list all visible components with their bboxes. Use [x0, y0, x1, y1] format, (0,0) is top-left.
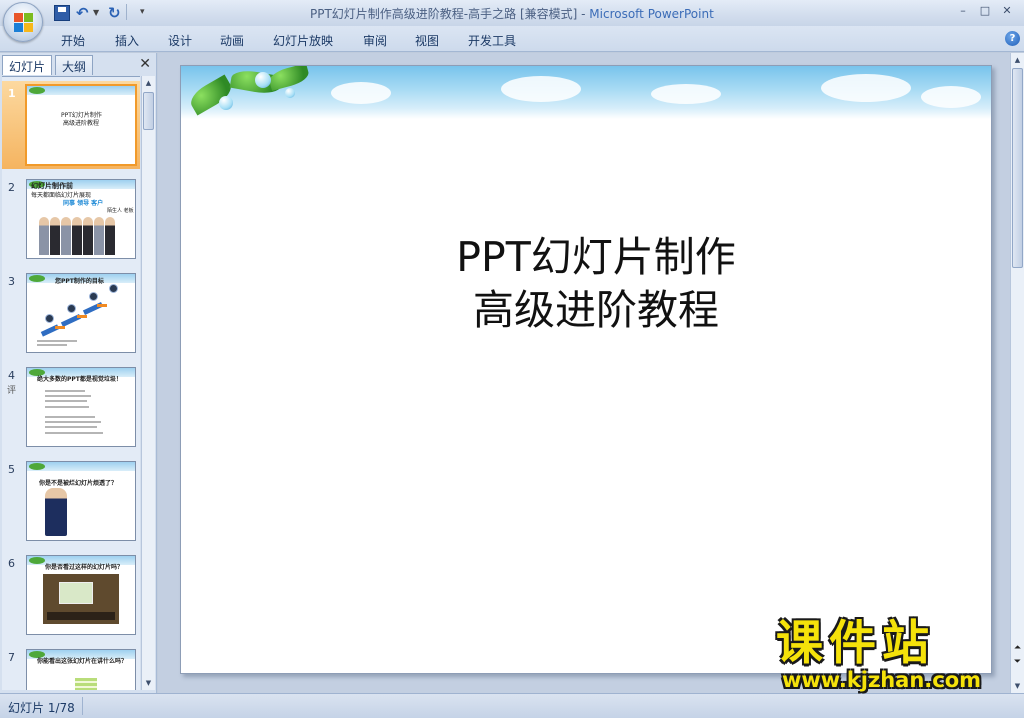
tab-view[interactable]: 视图: [415, 32, 439, 49]
tab-review[interactable]: 审阅: [363, 32, 387, 49]
slide-number: 1: [8, 87, 16, 100]
tab-developer[interactable]: 开发工具: [468, 32, 516, 49]
tab-slides[interactable]: 幻灯片: [2, 55, 53, 75]
thumb-text: 你能看出这张幻灯片在讲什么吗？: [37, 658, 128, 665]
slide-number: 3: [8, 275, 15, 288]
slide-preview: 绝大多数的PPT都是视觉垃圾！: [26, 367, 136, 447]
watermark-name: 课件站: [776, 616, 935, 671]
tab-design[interactable]: 设计: [168, 32, 192, 49]
leaf-icon: [29, 369, 45, 376]
dewdrop-icon: [255, 72, 271, 88]
table-image: [75, 678, 97, 690]
thumb-text: 绝大多数的PPT都是视觉垃圾！: [37, 376, 122, 383]
status-bar: 幻灯片 1/78: [0, 693, 1024, 718]
status-divider: [82, 697, 83, 715]
office-logo-icon: [14, 13, 34, 33]
thumb-text: 高级进阶教程: [63, 120, 100, 127]
scroll-thumb[interactable]: [1012, 68, 1023, 268]
watermark-url: www.kjzhan.com: [782, 668, 982, 692]
window-title: PPT幻灯片制作高级进阶教程-高手之路 [兼容模式] - Microsoft P…: [310, 5, 714, 22]
slide-scrollbar[interactable]: ▲ ⏶ ⏷ ▼: [1010, 53, 1024, 693]
slide-number: 2: [8, 181, 15, 194]
scroll-thumb[interactable]: [143, 92, 154, 130]
minimize-button[interactable]: –: [952, 2, 974, 20]
document-title: PPT幻灯片制作高级进阶教程-高手之路 [兼容模式]: [310, 7, 578, 21]
slide-canvas[interactable]: PPT幻灯片制作 高级进阶教程: [180, 65, 992, 674]
thumb-text: 每天都面临幻灯片展现: [31, 192, 92, 199]
slide-number: 6: [8, 557, 15, 570]
slide-thumbnail-5[interactable]: 5 你是不是被烂幻灯片烦透了？: [2, 457, 140, 545]
undo-icon[interactable]: ↶: [76, 4, 89, 22]
meeting-photo: [43, 574, 119, 624]
slide-preview: 你是不是被烂幻灯片烦透了？: [26, 461, 136, 541]
thumb-text: PPT幻灯片制作: [61, 112, 102, 119]
thumb-text: 幻灯片制作前: [31, 182, 73, 190]
slide-title[interactable]: PPT幻灯片制作 高级进阶教程: [361, 231, 831, 337]
thumb-text: 陌生人 老板: [107, 208, 134, 214]
slide-thumbnail-2[interactable]: 2 幻灯片制作前 每天都面临幻灯片展现 同事 领导 客户 陌生人 老板: [2, 175, 140, 263]
slide-number: 7: [8, 651, 15, 664]
leaf-icon: [29, 87, 45, 94]
thumb-text: 你是不是被烂幻灯片烦透了？: [39, 480, 118, 487]
tab-insert[interactable]: 插入: [115, 32, 139, 49]
toolbar-separator: [126, 4, 127, 20]
scroll-down-icon[interactable]: ▼: [142, 676, 155, 690]
scroll-up-icon[interactable]: ▲: [142, 76, 155, 90]
slide-editor: PPT幻灯片制作 高级进阶教程: [158, 53, 1010, 693]
window-controls: – □ ✕: [952, 2, 1018, 20]
close-button[interactable]: ✕: [996, 2, 1018, 20]
title-bar: ↶ ▼ ↻ ▾ PPT幻灯片制作高级进阶教程-高手之路 [兼容模式] - Mic…: [0, 0, 1024, 42]
undo-dropdown-icon[interactable]: ▼: [93, 8, 99, 26]
tab-home[interactable]: 开始: [61, 32, 85, 49]
tab-slideshow[interactable]: 幻灯片放映: [273, 32, 333, 49]
leaf-icon: [29, 463, 45, 470]
dewdrop-icon: [219, 96, 233, 110]
thumbnail-list: 1 PPT幻灯片制作 高级进阶教程 2 幻灯片制作前 每天都面临幻灯片展现 同事…: [2, 76, 140, 690]
slide-preview: 幻灯片制作前 每天都面临幻灯片展现 同事 领导 客户 陌生人 老板: [26, 179, 136, 259]
thumb-text: 你是否看过这样的幻灯片吗？: [45, 564, 124, 571]
slide-thumbnail-4[interactable]: 4 评 绝大多数的PPT都是视觉垃圾！: [2, 363, 140, 451]
people-image: [39, 217, 115, 255]
redo-icon[interactable]: ↻: [108, 4, 121, 22]
title-line-1: PPT幻灯片制作: [456, 233, 736, 281]
slide-thumbnail-3[interactable]: 3 您PPT制作的目标: [2, 269, 140, 357]
leaf-icon: [29, 557, 45, 564]
site-watermark: 课件站 www.kjzhan.com: [776, 618, 1016, 696]
slide-number: 4: [8, 369, 15, 382]
office-button[interactable]: [3, 2, 43, 42]
slide-thumbnail-7[interactable]: 7 你能看出这张幻灯片在讲什么吗？: [2, 645, 140, 690]
app-name: Microsoft PowerPoint: [589, 7, 714, 21]
panel-tabs: 幻灯片 大纲 ✕: [2, 55, 155, 75]
slide-preview: 您PPT制作的目标: [26, 273, 136, 353]
save-icon[interactable]: [54, 5, 70, 21]
close-panel-icon[interactable]: ✕: [139, 56, 151, 72]
slide-preview: 你能看出这张幻灯片在讲什么吗？: [26, 649, 136, 690]
customize-toolbar-icon[interactable]: ▾: [140, 7, 145, 25]
slide-preview: PPT幻灯片制作 高级进阶教程: [25, 84, 137, 166]
slide-number: 5: [8, 463, 15, 476]
ribbon-tabs: 开始 插入 设计 动画 幻灯片放映 审阅 视图 开发工具 ?: [0, 26, 1024, 52]
slide-preview: 你是否看过这样的幻灯片吗？: [26, 555, 136, 635]
thumbnail-scrollbar[interactable]: ▲ ▼: [141, 76, 155, 690]
slide-thumbnail-1[interactable]: 1 PPT幻灯片制作 高级进阶教程: [2, 81, 140, 169]
scroll-up-icon[interactable]: ▲: [1011, 53, 1024, 67]
thumb-text: 同事 领导 客户: [63, 200, 104, 207]
leaf-icon: [29, 275, 45, 282]
stressed-man-image: [45, 488, 67, 536]
leaf-icon: [29, 651, 45, 658]
slide-counter: 幻灯片 1/78: [8, 701, 75, 715]
slide-thumbnail-6[interactable]: 6 你是否看过这样的幻灯片吗？: [2, 551, 140, 639]
title-separator: -: [577, 7, 590, 21]
tab-animations[interactable]: 动画: [220, 32, 244, 49]
title-line-2: 高级进阶教程: [473, 286, 719, 334]
comment-marker-icon: 评: [7, 386, 17, 396]
help-icon[interactable]: ?: [1005, 31, 1020, 46]
dewdrop-icon: [285, 88, 295, 98]
tab-outline[interactable]: 大纲: [55, 55, 94, 75]
slides-panel: 幻灯片 大纲 ✕ 1 PPT幻灯片制作 高级进阶教程 2 幻灯片制作前 每天都面…: [0, 53, 157, 693]
thumb-text: 您PPT制作的目标: [55, 278, 104, 285]
maximize-button[interactable]: □: [974, 2, 996, 20]
